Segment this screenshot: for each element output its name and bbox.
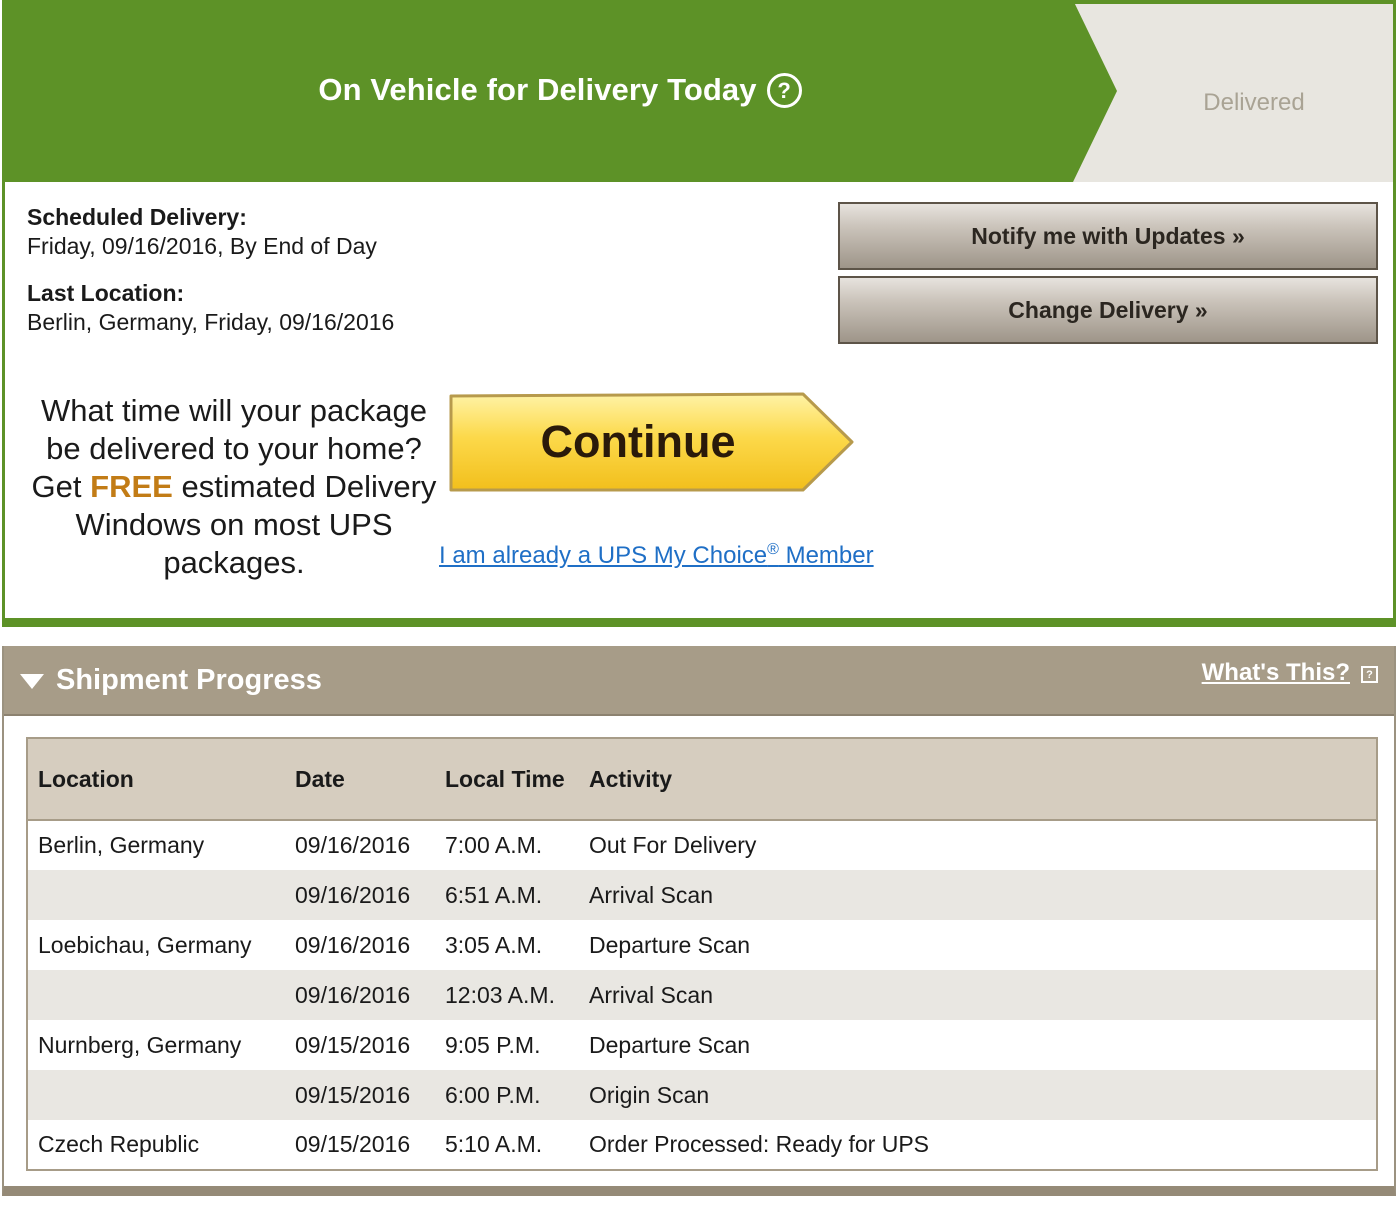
cell-location	[27, 970, 285, 1020]
scheduled-delivery-label: Scheduled Delivery:	[27, 204, 247, 230]
current-status: On Vehicle for Delivery Today ?	[5, 0, 1115, 182]
last-location: Last Location: Berlin, Germany, Friday, …	[27, 279, 807, 337]
my-choice-promo-text: What time will your package be delivered…	[27, 392, 441, 582]
cell-time: 9:05 P.M.	[445, 1031, 541, 1058]
action-buttons: Notify me with Updates » Change Delivery…	[838, 202, 1378, 350]
notify-updates-button[interactable]: Notify me with Updates »	[838, 202, 1378, 270]
column-header-location: Location	[27, 738, 285, 821]
cell-location	[27, 870, 285, 920]
change-delivery-button[interactable]: Change Delivery »	[838, 276, 1378, 344]
cell-time: 6:51 A.M.	[445, 881, 543, 908]
last-location-label: Last Location:	[27, 280, 185, 306]
table-row: Nurnberg, Germany 09/15/2016 9:05 P.M. D…	[27, 1020, 1377, 1070]
cell-location	[27, 1070, 285, 1120]
question-circle-icon[interactable]: ?	[766, 73, 802, 108]
cell-date: 09/15/2016	[295, 1031, 411, 1058]
cell-activity: Arrival Scan	[589, 981, 713, 1008]
triangle-down-icon[interactable]	[18, 671, 46, 691]
shipment-progress-panel: Shipment Progress What's This? ? Locatio…	[2, 646, 1396, 1196]
cell-location: Czech Republic	[38, 1131, 200, 1157]
column-header-activity: Activity	[579, 738, 1377, 821]
promo-line-1: What time will your package be delivered…	[41, 393, 427, 466]
table-row: Czech Republic 09/15/2016 5:10 A.M. Orde…	[27, 1120, 1377, 1170]
promo-free: FREE	[90, 469, 173, 504]
scheduled-delivery: Scheduled Delivery: Friday, 09/16/2016, …	[27, 203, 807, 261]
member-link-suffix: Member	[778, 542, 874, 569]
table-row: 09/16/2016 12:03 A.M. Arrival Scan	[27, 970, 1377, 1020]
cell-time: 12:03 A.M.	[445, 981, 555, 1008]
cell-date: 09/16/2016	[295, 931, 411, 958]
cell-time: 5:10 A.M.	[445, 1131, 543, 1157]
registered-mark: ®	[767, 541, 779, 558]
cell-time: 6:00 P.M.	[445, 1081, 541, 1108]
shipment-progress-header: Shipment Progress What's This? ?	[4, 646, 1394, 716]
delivery-status-card: On Vehicle for Delivery Today ? Delivere…	[2, 0, 1396, 627]
shipment-progress-table: Location Date Local Time Activity Berlin…	[26, 737, 1378, 1171]
scheduled-delivery-value: Friday, 09/16/2016, By End of Day	[27, 233, 377, 259]
cell-activity: Departure Scan	[589, 1031, 751, 1058]
cell-location: Loebichau, Germany	[38, 931, 252, 958]
cell-date: 09/15/2016	[295, 1131, 411, 1157]
cell-time: 7:00 A.M.	[445, 832, 543, 858]
shipment-progress-title: Shipment Progress	[56, 664, 322, 696]
cell-activity: Order Processed: Ready for UPS	[589, 1131, 930, 1157]
cell-location: Berlin, Germany	[38, 832, 205, 858]
current-status-label: On Vehicle for Delivery Today	[318, 71, 757, 107]
whats-this-link[interactable]: What's This?	[1202, 659, 1350, 687]
member-link-text: I am already a UPS My Choice	[439, 542, 768, 569]
progress-banner: On Vehicle for Delivery Today ? Delivere…	[5, 0, 1393, 182]
table-header-row: Location Date Local Time Activity	[27, 738, 1377, 821]
table-row: Berlin, Germany 09/16/2016 7:00 A.M. Out…	[27, 820, 1377, 870]
promo-get: Get	[31, 469, 82, 504]
cell-activity: Origin Scan	[589, 1081, 710, 1108]
delivery-info: Scheduled Delivery: Friday, 09/16/2016, …	[27, 203, 807, 355]
info-square-icon[interactable]: ?	[1361, 666, 1378, 683]
continue-label: Continue	[540, 416, 736, 467]
table-row: Loebichau, Germany 09/16/2016 3:05 A.M. …	[27, 920, 1377, 970]
cell-date: 09/15/2016	[295, 1081, 411, 1108]
cell-activity: Arrival Scan	[589, 881, 713, 908]
next-status-delivered: Delivered	[1203, 89, 1305, 116]
cell-activity: Departure Scan	[589, 931, 751, 958]
cell-date: 09/16/2016	[295, 832, 411, 858]
column-header-local-time: Local Time	[435, 738, 579, 821]
cell-time: 3:05 A.M.	[445, 931, 543, 958]
cell-activity: Out For Delivery	[589, 832, 757, 858]
my-choice-member-link[interactable]: I am already a UPS My Choice® Member	[439, 541, 874, 570]
cell-date: 09/16/2016	[295, 881, 411, 908]
cell-date: 09/16/2016	[295, 981, 411, 1008]
last-location-value: Berlin, Germany, Friday, 09/16/2016	[27, 309, 395, 335]
table-row: 09/15/2016 6:00 P.M. Origin Scan	[27, 1070, 1377, 1120]
continue-button[interactable]: Continue	[448, 390, 858, 496]
table-row: 09/16/2016 6:51 A.M. Arrival Scan	[27, 870, 1377, 920]
cell-location: Nurnberg, Germany	[38, 1031, 242, 1058]
column-header-date: Date	[285, 738, 435, 821]
